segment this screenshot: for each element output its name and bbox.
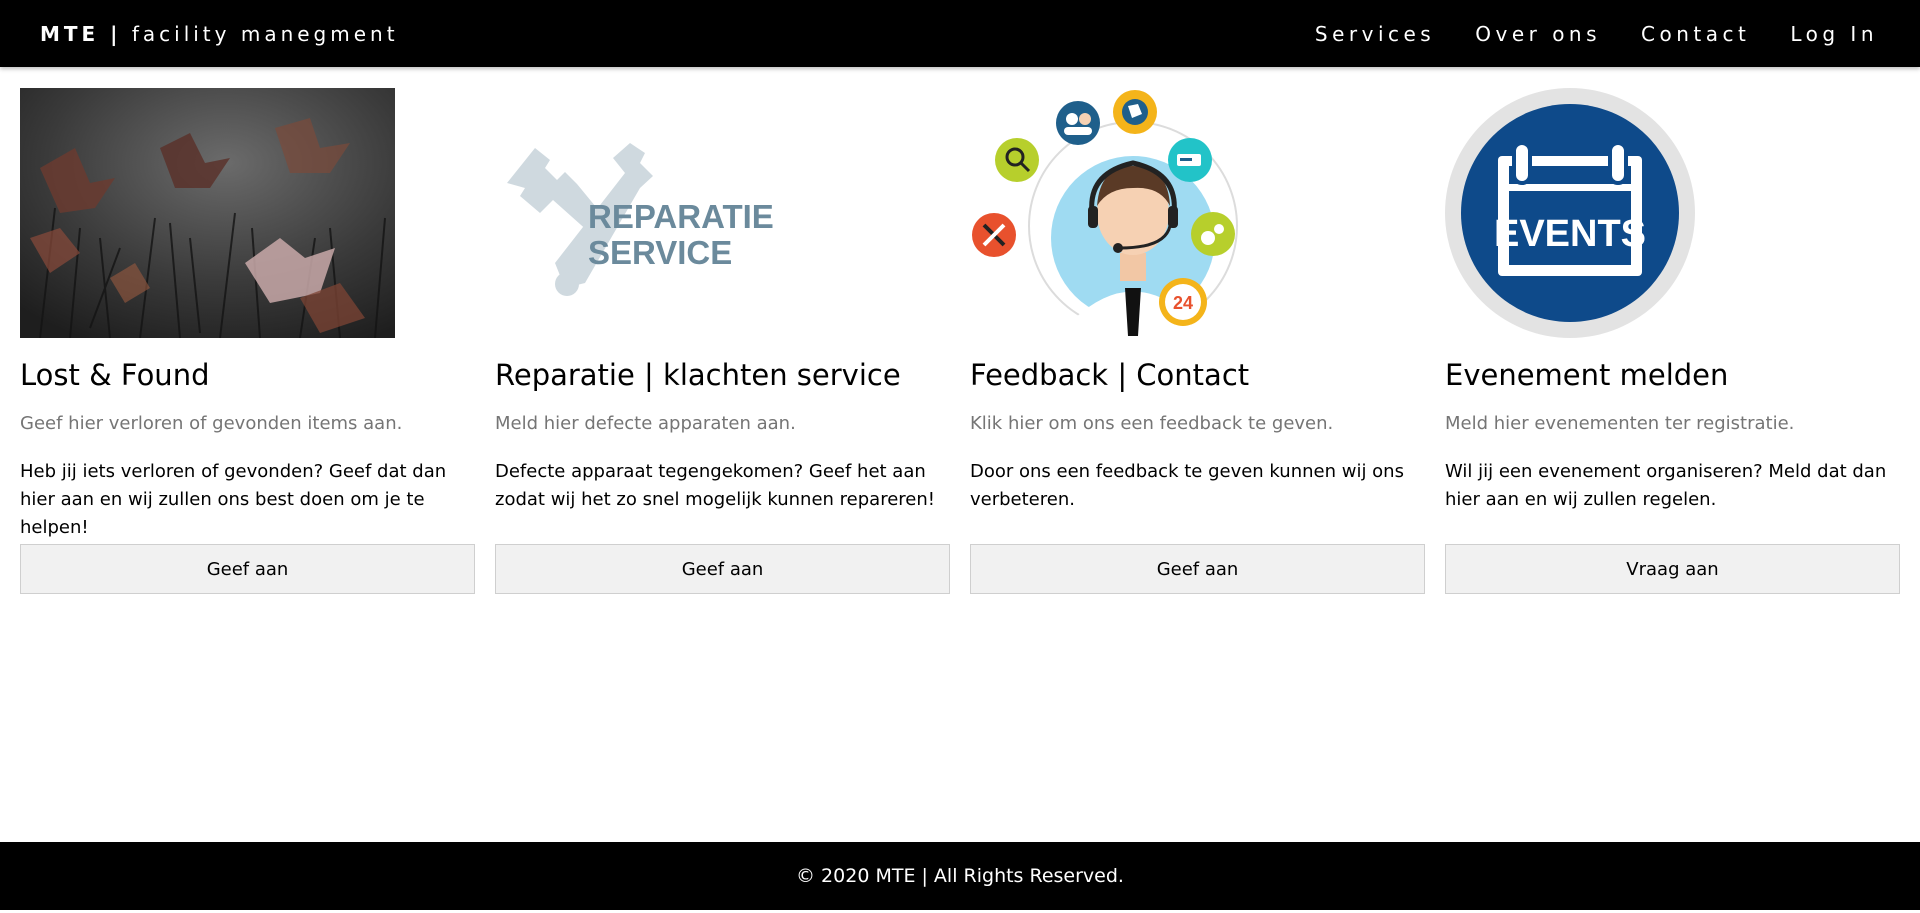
card-reparatie: REPARATIE SERVICE Reparatie | klachten s… <box>495 88 950 594</box>
card-subtitle: Klik hier om ons een feedback te geven. <box>970 413 1334 434</box>
nav-over-ons-link[interactable]: Over ons <box>1475 22 1601 46</box>
globe-icon <box>1113 90 1157 134</box>
repair-logo-text-1: REPARATIE <box>588 198 774 235</box>
copyright-text: © 2020 MTE | All Rights Reserved. <box>796 865 1124 887</box>
top-navbar: MTE | facility manegment Services Over o… <box>0 0 1920 67</box>
support-agent-illustration: 24 <box>970 88 1345 338</box>
team-icon <box>1056 101 1100 145</box>
events-label: EVENTS <box>1494 213 1646 255</box>
card-subtitle: Geef hier verloren of gevonden items aan… <box>20 413 403 434</box>
card-subtitle: Meld hier evenementen ter registratie. <box>1445 413 1795 434</box>
lost-found-button[interactable]: Geef aan <box>20 544 475 594</box>
main-nav: Services Over ons Contact Log In <box>1315 22 1878 46</box>
clock-24-label: 24 <box>1173 293 1193 313</box>
card-description: Wil jij een evenement organiseren? Meld … <box>1445 461 1887 510</box>
search-icon <box>995 138 1039 182</box>
events-calendar-icon: EVENTS <box>1445 88 1820 338</box>
reparatie-button[interactable]: Geef aan <box>495 544 950 594</box>
autumn-leaves-photo <box>20 88 395 338</box>
service-cards: Lost & Found Geef hier verloren of gevon… <box>20 88 1900 594</box>
evenement-button[interactable]: Vraag aan <box>1445 544 1900 594</box>
brand-name: MTE | <box>40 21 122 46</box>
card-title: Evenement melden <box>1445 358 1729 392</box>
card-subtitle: Meld hier defecte apparaten aan. <box>495 413 796 434</box>
card-lost-found: Lost & Found Geef hier verloren of gevon… <box>20 88 475 594</box>
card-description: Door ons een feedback te geven kunnen wi… <box>970 461 1404 510</box>
card-description: Heb jij iets verloren of gevonden? Geef … <box>20 461 447 538</box>
nav-contact-link[interactable]: Contact <box>1641 22 1750 46</box>
repair-service-logo: REPARATIE SERVICE <box>495 88 870 338</box>
card-title: Feedback | Contact <box>970 358 1250 392</box>
nav-services-link[interactable]: Services <box>1315 22 1435 46</box>
card-feedback: 24 Feedback | Contact Klik hier om ons e… <box>970 88 1425 594</box>
card-title: Reparatie | klachten service <box>495 358 901 392</box>
card-evenement: EVENTS Evenement melden Meld hier evenem… <box>1445 88 1900 594</box>
brand-tagline: facility manegment <box>131 21 399 46</box>
brand-logo[interactable]: MTE | facility manegment <box>40 22 399 46</box>
chat-icon <box>1168 138 1212 182</box>
clock-24-icon: 24 <box>1159 278 1207 326</box>
card-description: Defecte apparaat tegengekomen? Geef het … <box>495 461 935 510</box>
gears-icon <box>1191 212 1235 256</box>
nav-login-link[interactable]: Log In <box>1790 22 1878 46</box>
feedback-button[interactable]: Geef aan <box>970 544 1425 594</box>
tools-icon <box>972 213 1016 257</box>
repair-logo-text-2: SERVICE <box>588 234 732 271</box>
card-title: Lost & Found <box>20 358 210 392</box>
page-footer: © 2020 MTE | All Rights Reserved. <box>0 842 1920 910</box>
